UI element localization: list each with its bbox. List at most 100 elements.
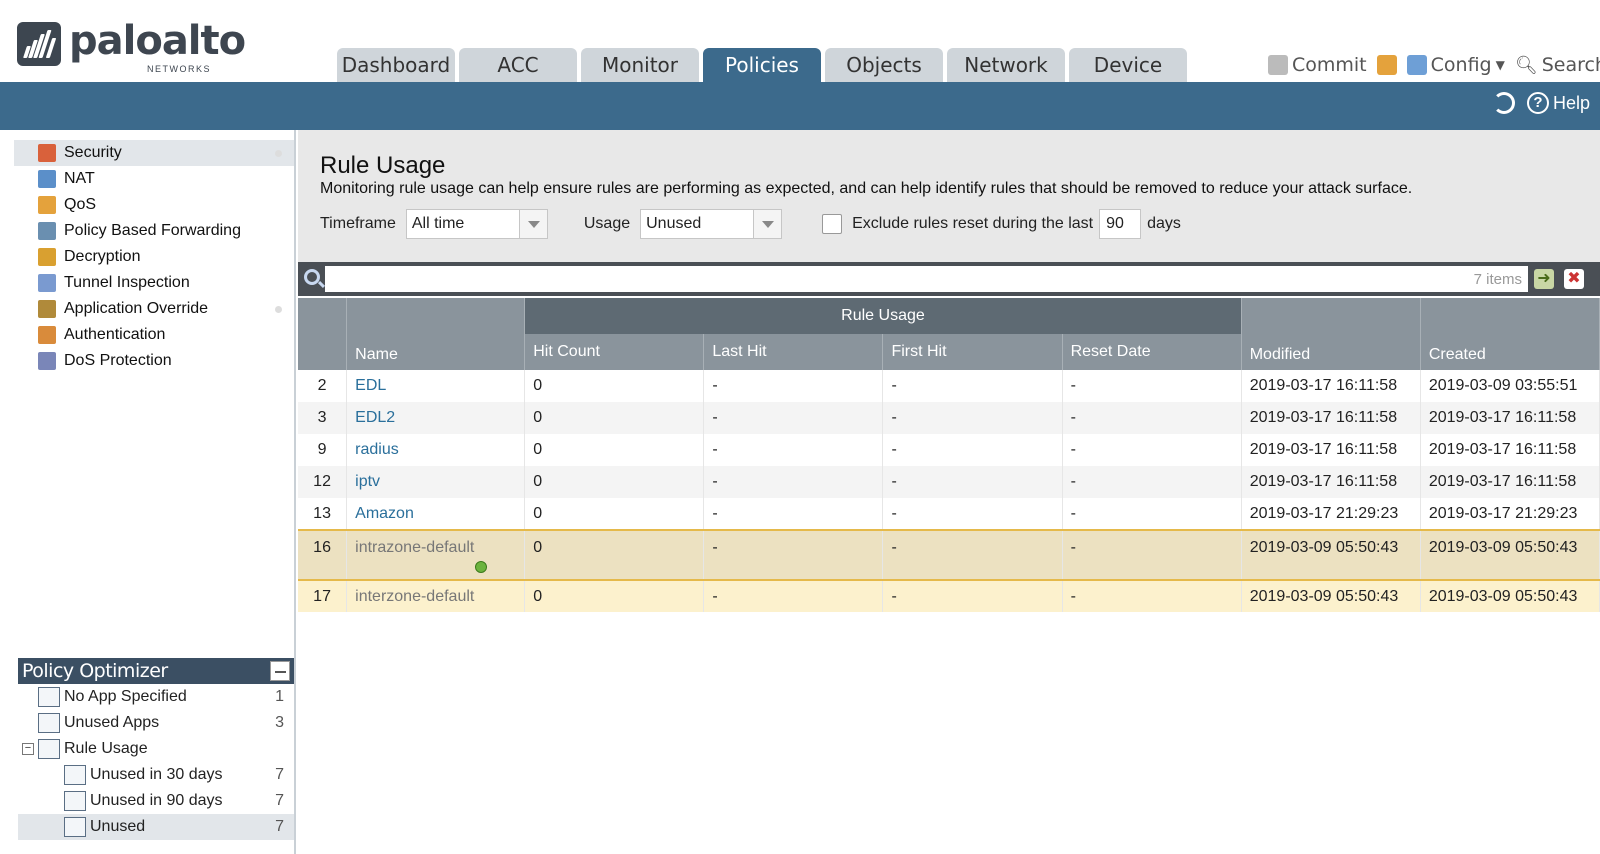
config-button[interactable]: Config ▼ [1406, 54, 1505, 76]
col-index[interactable] [298, 298, 348, 370]
table-row[interactable]: 16 intrazone-default 0 - - - 2019-03-09 05:50:… [298, 529, 1600, 581]
cell-text: 2019-03-17 16:11:58 [1428, 441, 1577, 458]
sidebar-item-authentication[interactable]: Authentication [14, 322, 294, 348]
optimizer-item-rule-usage[interactable]: − Rule Usage [18, 736, 294, 762]
cell-text: 2019-03-09 05:50:43 [1428, 539, 1578, 556]
sidebar-item-decryption[interactable]: Decryption [14, 244, 294, 270]
optimizer-item-no-app-specified[interactable]: No App Specified 1 [18, 684, 294, 710]
col-first-hit[interactable]: First Hit [882, 334, 1063, 370]
search-icon: 🔍︎ [1514, 54, 1538, 76]
policy-list: Security NAT QoS Policy Based Forwarding Dec… [14, 130, 294, 374]
cell-index: 12 [298, 466, 348, 498]
cell-hit-count: 0 [524, 466, 705, 498]
table-row[interactable]: 9 radius 0 - - - 2019-03-17 16:11:58 2019-03-17… [298, 434, 1600, 466]
exclude-checkbox[interactable] [822, 214, 843, 234]
collapse-tree-icon[interactable]: − [22, 743, 34, 755]
cell-hit-count: 0 [524, 402, 705, 434]
table-row[interactable]: 13 Amazon 0 - - - 2019-03-17 21:29:23 2019-03-1… [298, 498, 1600, 530]
tab-policies[interactable]: Policies [703, 48, 821, 82]
cell-text: - [712, 587, 718, 605]
table-row[interactable]: 3 EDL2 0 - - - 2019-03-17 16:11:58 2019-03-17 1… [298, 402, 1600, 434]
cell-text: - [1070, 441, 1076, 458]
sidebar-item-dos-protection[interactable]: DoS Protection [14, 348, 294, 374]
cell-name[interactable]: Amazon [346, 498, 526, 530]
sidebar-item-nat[interactable]: NAT [14, 166, 294, 192]
cell-index: 9 [298, 434, 348, 466]
cell-modified: 2019-03-17 16:11:58 [1241, 370, 1421, 402]
cell-hit-count: 0 [524, 580, 705, 612]
help-icon: ? [1526, 92, 1549, 114]
filter-input[interactable] [325, 266, 1528, 292]
cell-text: - [1070, 377, 1076, 394]
optimizer-list: No App Specified 1 Unused Apps 3 − Rule Usage… [18, 684, 294, 840]
tab-network[interactable]: Network [947, 48, 1065, 82]
help-button[interactable]: ? Help [1526, 92, 1590, 114]
cell-text: - [1070, 587, 1076, 605]
lock-button[interactable] [1376, 55, 1397, 75]
table-row[interactable]: 2 EDL 0 - - - 2019-03-17 16:11:58 2019-03-09 03… [298, 370, 1600, 402]
tab-dashboard[interactable]: Dashboard [337, 48, 455, 82]
cell-first-hit: - [882, 466, 1063, 498]
brand-sub: NETWORKS [147, 64, 212, 74]
cell-name[interactable]: interzone-default [346, 580, 526, 612]
cell-text: 0 [533, 441, 543, 458]
cell-text: 2019-03-09 05:50:43 [1249, 539, 1399, 556]
clear-filter-icon[interactable]: ✖ [1564, 269, 1584, 289]
cell-name[interactable]: iptv [346, 466, 526, 498]
commit-button[interactable]: Commit [1268, 54, 1367, 76]
cell-first-hit: - [882, 529, 1063, 581]
lock-icon [38, 248, 56, 266]
usage-select[interactable]: Unused [640, 209, 783, 239]
page-title: Rule Usage [320, 152, 446, 179]
cell-text: - [712, 504, 718, 522]
tab-acc[interactable]: ACC [459, 48, 577, 82]
sidebar-item-security[interactable]: Security [14, 140, 294, 166]
exclude-days-input[interactable]: 90 [1099, 209, 1142, 239]
cell-name[interactable]: radius [346, 434, 526, 466]
tab-objects[interactable]: Objects [825, 48, 943, 82]
optimizer-item-unused-in-90-days[interactable]: Unused in 90 days 7 [18, 788, 294, 814]
usage-value: Unused [646, 215, 702, 232]
cell-text: - [891, 377, 897, 394]
sidebar-item-application-override[interactable]: Application Override [14, 296, 294, 322]
col-hit-count[interactable]: Hit Count [524, 334, 705, 370]
col-created[interactable]: Created [1420, 298, 1600, 370]
sidebar-item-tunnel-inspection[interactable]: Tunnel Inspection [14, 270, 294, 296]
users-icon [38, 326, 56, 344]
sidebar-item-qos[interactable]: QoS [14, 192, 294, 218]
cell-text: 17 [313, 587, 331, 605]
col-name[interactable]: Name [346, 298, 526, 370]
refresh-icon[interactable] [1492, 92, 1515, 114]
col-modified[interactable]: Modified [1241, 298, 1421, 370]
cell-created: 2019-03-17 16:11:58 [1420, 466, 1600, 498]
cell-text: 2019-03-09 05:50:43 [1249, 587, 1399, 605]
optimizer-item-unused-in-30-days[interactable]: Unused in 30 days 7 [18, 762, 294, 788]
col-last-hit[interactable]: Last Hit [703, 334, 884, 370]
chevron-down-icon [518, 210, 547, 238]
config-icon [1406, 55, 1427, 75]
help-group: ? Help [1492, 92, 1590, 114]
timeframe-select[interactable]: All time [405, 209, 548, 239]
cell-name[interactable]: EDL [346, 370, 526, 402]
cell-text: 0 [533, 377, 543, 394]
cell-name[interactable]: EDL2 [346, 402, 526, 434]
cell-hit-count: 0 [524, 434, 705, 466]
cell-name[interactable]: intrazone-default [346, 529, 526, 581]
sidebar-item-label: Security [64, 144, 122, 161]
tab-device[interactable]: Device [1069, 48, 1187, 82]
table-row[interactable]: 17 interzone-default 0 - - - 2019-03-09 05:50:… [298, 580, 1600, 612]
collapse-button[interactable] [270, 661, 290, 681]
user-icon [38, 274, 56, 292]
cell-modified: 2019-03-17 16:11:58 [1241, 402, 1421, 434]
sidebar-item-label: DoS Protection [64, 352, 172, 369]
tab-monitor[interactable]: Monitor [581, 48, 699, 82]
sidebar-item-policy-based-forwarding[interactable]: Policy Based Forwarding [14, 218, 294, 244]
col-reset-date[interactable]: Reset Date [1062, 334, 1242, 370]
search-button[interactable]: 🔍︎Search [1515, 54, 1600, 76]
table-row[interactable]: 12 iptv 0 - - - 2019-03-17 16:11:58 2019-03-17 … [298, 466, 1600, 498]
cell-text: 2019-03-17 21:29:23 [1428, 504, 1578, 522]
optimizer-item-unused[interactable]: Unused 7 [18, 814, 294, 840]
apply-filter-icon[interactable]: ➜ [1534, 269, 1554, 289]
optimizer-item-unused-apps[interactable]: Unused Apps 3 [18, 710, 294, 736]
cell-modified: 2019-03-17 16:11:58 [1241, 434, 1421, 466]
